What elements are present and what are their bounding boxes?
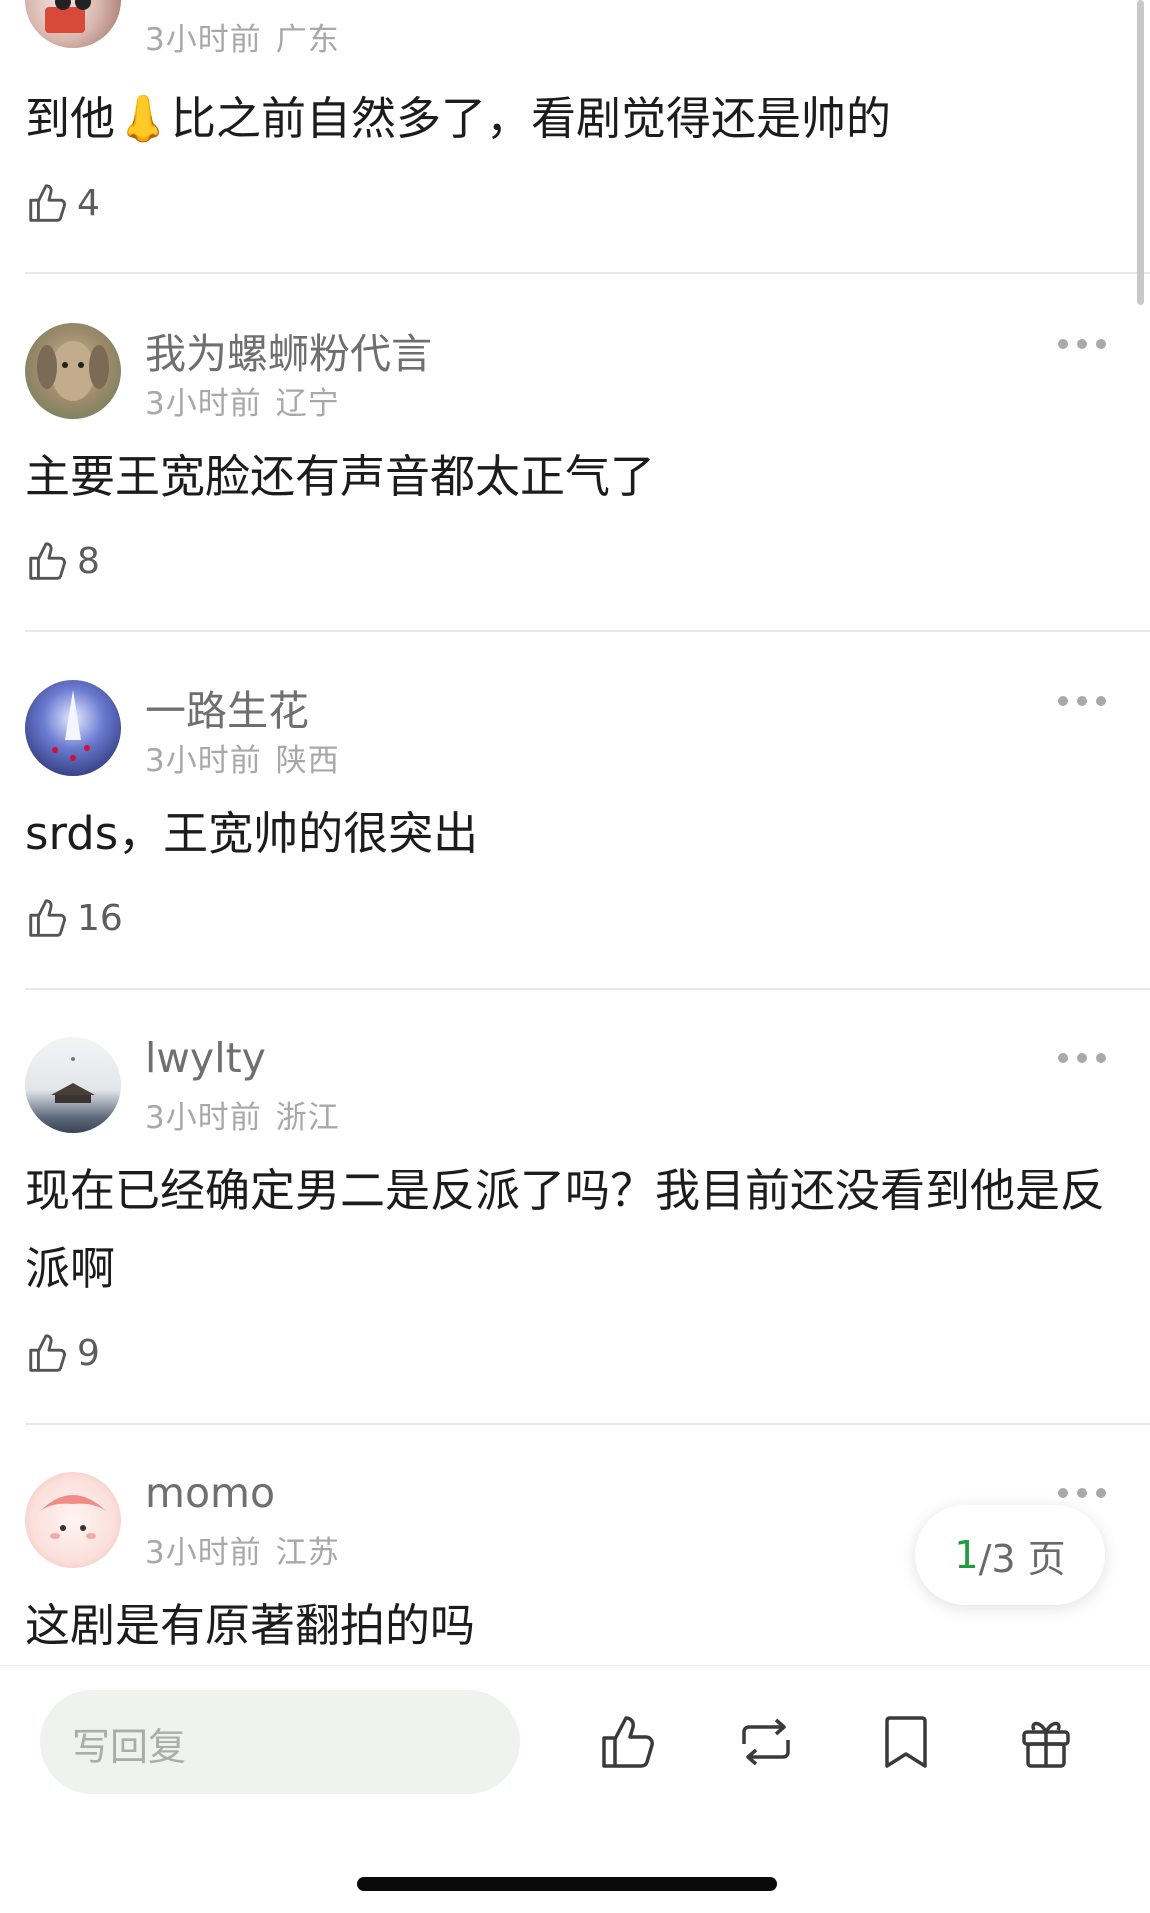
page-current: 1 bbox=[954, 1533, 979, 1577]
avatar-image bbox=[52, 690, 90, 761]
divider bbox=[25, 630, 1150, 632]
like-count: 8 bbox=[77, 540, 100, 582]
thumb-up-icon bbox=[29, 184, 66, 222]
comment-region: 江苏 bbox=[275, 1535, 340, 1571]
comment-region: 广东 bbox=[275, 22, 340, 58]
avatar-image bbox=[51, 1057, 95, 1103]
home-indicator bbox=[357, 1877, 777, 1891]
avatar[interactable] bbox=[25, 0, 121, 48]
comment-text: 到他👃比之前自然多了，看剧觉得还是帅的 bbox=[25, 92, 892, 145]
divider bbox=[25, 1423, 1150, 1425]
gift-icon[interactable] bbox=[1014, 1710, 1078, 1774]
page-indicator[interactable]: 1/3 页 bbox=[915, 1505, 1105, 1605]
bookmark-icon[interactable] bbox=[874, 1710, 938, 1774]
like-count: 9 bbox=[77, 1332, 100, 1374]
avatar-image bbox=[45, 0, 91, 33]
comment-text: 现在已经确定男二是反派了吗？我目前还没看到他是反派啊 bbox=[25, 1164, 1106, 1295]
comment-meta: 3小时前 陕西 bbox=[145, 735, 340, 780]
page-total: /3 页 bbox=[978, 1536, 1066, 1581]
reply-input[interactable]: 写回复 bbox=[40, 1690, 520, 1794]
comment-text: srds，王宽帅的很突出 bbox=[25, 807, 479, 860]
thumb-up-icon bbox=[29, 1334, 66, 1372]
repost-icon[interactable] bbox=[734, 1710, 798, 1774]
avatar-image bbox=[37, 341, 109, 401]
comment-text: 主要王宽脸还有声音都太正气了 bbox=[25, 450, 656, 503]
like-button[interactable]: 4 bbox=[25, 180, 100, 226]
like-button[interactable]: 9 bbox=[25, 1330, 100, 1376]
more-icon[interactable] bbox=[1058, 694, 1106, 708]
comment-meta: 3小时前 辽宁 bbox=[145, 378, 340, 423]
scroll-indicator[interactable] bbox=[1137, 0, 1144, 305]
more-icon[interactable] bbox=[1058, 1486, 1106, 1500]
comment-time: 3小时前 bbox=[145, 1535, 262, 1571]
like-icon[interactable] bbox=[596, 1710, 660, 1774]
comment-username[interactable]: 一路生花 bbox=[145, 677, 309, 737]
comment-meta: 3小时前 广东 bbox=[145, 14, 340, 59]
divider bbox=[25, 988, 1150, 990]
more-icon[interactable] bbox=[1058, 337, 1106, 351]
comment-meta: 3小时前 浙江 bbox=[145, 1092, 340, 1137]
like-count: 16 bbox=[77, 897, 123, 939]
comment-meta: 3小时前 江苏 bbox=[145, 1527, 340, 1572]
comment-username[interactable]: lwylty bbox=[145, 1034, 266, 1082]
like-button[interactable]: 16 bbox=[25, 895, 123, 941]
more-icon[interactable] bbox=[1058, 1051, 1106, 1065]
like-button[interactable]: 8 bbox=[25, 538, 100, 584]
avatar[interactable] bbox=[25, 680, 121, 776]
comment-feed[interactable]: 3小时前 广东 到他👃比之前自然多了，看剧觉得还是帅的 4 我为螺蛳粉代言 3小时… bbox=[0, 0, 1150, 1665]
avatar[interactable] bbox=[25, 323, 121, 419]
comment-time: 3小时前 bbox=[145, 22, 262, 58]
thumb-up-icon bbox=[29, 542, 66, 580]
comment-region: 陕西 bbox=[275, 743, 340, 779]
comment-username[interactable]: momo bbox=[145, 1469, 275, 1517]
avatar[interactable] bbox=[25, 1037, 121, 1133]
like-count: 4 bbox=[77, 182, 100, 224]
thumb-up-icon bbox=[29, 899, 66, 937]
comment-time: 3小时前 bbox=[145, 386, 262, 422]
comment-time: 3小时前 bbox=[145, 743, 262, 779]
avatar[interactable] bbox=[25, 1472, 121, 1568]
bottom-action-bar: 写回复 bbox=[0, 1665, 1150, 1913]
comment-region: 浙江 bbox=[275, 1100, 340, 1136]
comment-time: 3小时前 bbox=[145, 1100, 262, 1136]
reply-placeholder: 写回复 bbox=[72, 1725, 187, 1769]
comment-username[interactable]: 我为螺蛳粉代言 bbox=[145, 320, 432, 380]
comment-region: 辽宁 bbox=[275, 386, 340, 422]
avatar-image bbox=[39, 1495, 107, 1539]
divider bbox=[25, 272, 1150, 274]
